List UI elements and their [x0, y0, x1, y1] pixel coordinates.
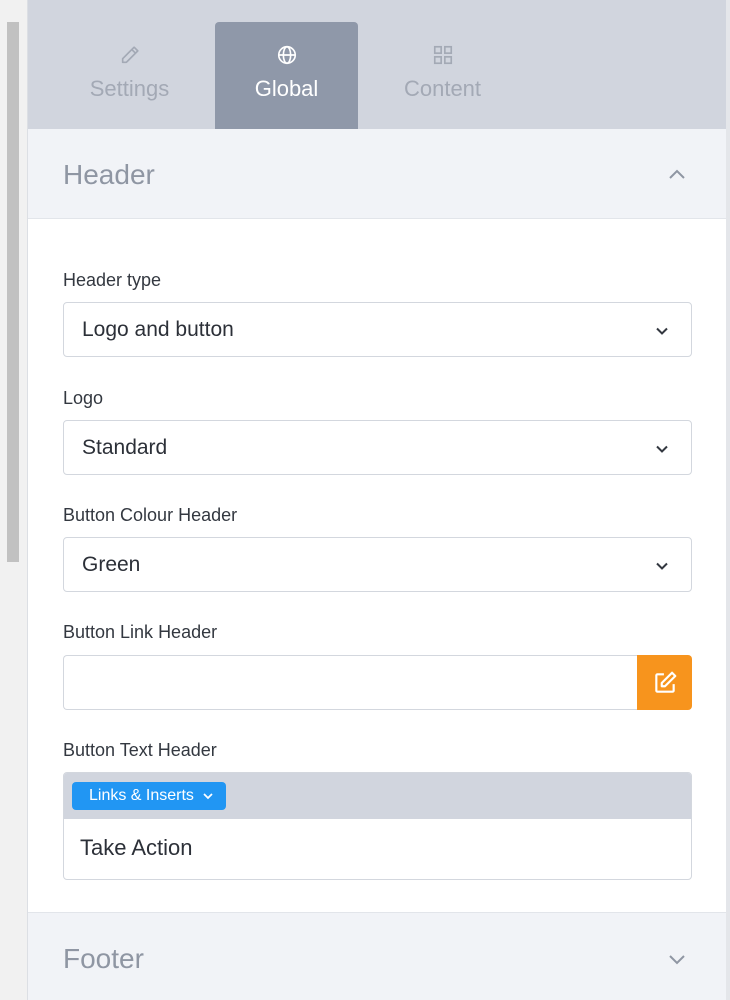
tab-settings[interactable]: Settings — [58, 22, 201, 129]
footer-section-toggle[interactable]: Footer — [28, 912, 728, 1000]
logo-label: Logo — [63, 388, 104, 408]
logo-select[interactable]: Standard — [63, 420, 692, 475]
header-type-value: Logo and button — [82, 318, 234, 341]
button-text-editor: Links & Inserts Take Action — [63, 772, 692, 880]
panel-edge — [726, 0, 730, 1000]
chevron-down-icon — [656, 327, 668, 335]
chevron-down-icon — [656, 562, 668, 570]
logo-value: Standard — [82, 436, 168, 459]
pencil-icon — [58, 44, 201, 66]
outer-scrollbar[interactable] — [0, 0, 28, 1000]
settings-panel: Settings Global Content Header Header ty… — [28, 0, 728, 1000]
edit-link-button[interactable] — [637, 655, 692, 710]
tab-content-label: Content — [403, 76, 482, 101]
editor-toolbar: Links & Inserts — [64, 773, 691, 819]
grid-icon — [371, 44, 514, 66]
edit-icon — [654, 671, 676, 693]
button-colour-value: Green — [82, 553, 141, 576]
footer-section-title: Footer — [63, 943, 144, 974]
tab-global-label: Global — [254, 76, 319, 101]
globe-icon — [215, 44, 358, 66]
tab-global[interactable]: Global — [215, 22, 358, 129]
header-section-toggle[interactable]: Header — [28, 129, 728, 219]
button-colour-label: Button Colour Header — [63, 505, 238, 525]
chevron-up-icon — [669, 169, 685, 179]
chevron-down-icon — [669, 955, 685, 965]
chevron-down-icon — [203, 793, 213, 800]
button-text-label: Button Text Header — [63, 740, 217, 760]
links-inserts-button[interactable]: Links & Inserts — [72, 782, 226, 810]
links-inserts-label: Links & Inserts — [89, 787, 194, 804]
button-link-input[interactable] — [63, 655, 638, 710]
header-type-label: Header type — [63, 270, 162, 290]
button-text-value[interactable]: Take Action — [80, 835, 193, 861]
header-section-title: Header — [63, 159, 155, 190]
button-colour-select[interactable]: Green — [63, 537, 692, 592]
tab-settings-label: Settings — [89, 76, 170, 101]
outer-scrollbar-thumb[interactable] — [7, 22, 19, 562]
tab-content[interactable]: Content — [371, 22, 514, 129]
chevron-down-icon — [656, 445, 668, 453]
button-link-label: Button Link Header — [63, 622, 218, 642]
header-type-select[interactable]: Logo and button — [63, 302, 692, 357]
tab-bar: Settings Global Content — [28, 0, 728, 129]
